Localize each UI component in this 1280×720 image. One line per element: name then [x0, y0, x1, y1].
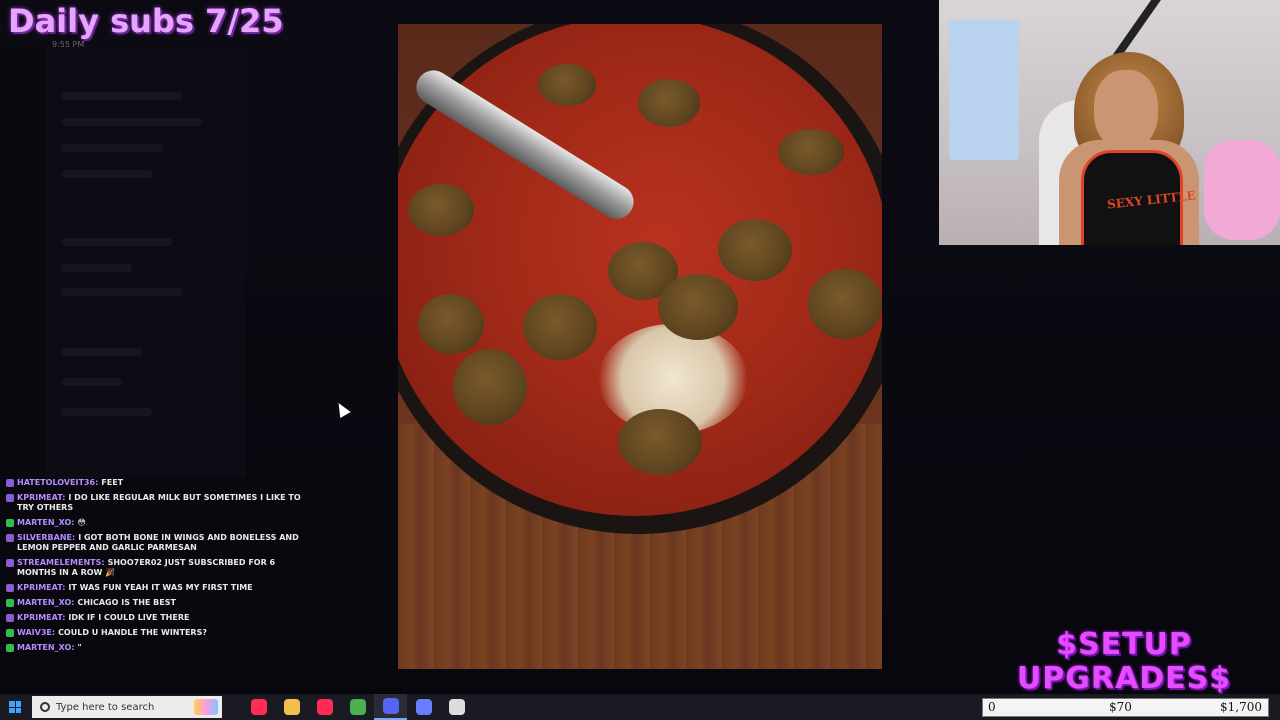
webcam-feed: SEXY LITTLE [939, 0, 1280, 245]
music-app-icon [250, 699, 267, 715]
pink-cushion [1204, 140, 1280, 240]
chat-username[interactable]: kprimeat: [17, 613, 65, 622]
chat-badge-icon [6, 479, 14, 487]
start-button[interactable] [0, 694, 30, 720]
taskbar-search[interactable]: Type here to search [32, 696, 222, 718]
message-timestamp: 9:55 PM [52, 40, 85, 49]
chat-username[interactable]: hatetoloveit36: [17, 478, 98, 487]
daily-subs-counter: Daily subs 7/25 [8, 2, 284, 40]
background-shelf [949, 20, 1019, 160]
chat-message: streamelements: shoo7er02 just subscribed… [0, 558, 318, 578]
chat-text: feet [101, 478, 124, 487]
search-highlight-icon [194, 699, 218, 715]
taskbar-app-music-app[interactable] [242, 694, 275, 720]
meatball [453, 349, 527, 425]
meatball [538, 64, 596, 106]
chat-message: silverbane: I got both bone in wings and … [0, 533, 318, 553]
chat-username[interactable]: kprimeat: [17, 493, 65, 502]
chat-badge-icon [6, 599, 14, 607]
chat-username[interactable]: waiv3e: [17, 628, 55, 637]
chat-message: marten_xo: chicago is the best [0, 598, 318, 608]
background-channel-list [46, 48, 246, 478]
chat-message: hatetoloveit36: feet [0, 478, 318, 488]
chat-message: waiv3e: could u handle the winters? [0, 628, 318, 638]
chat-text: 😳 [77, 518, 86, 527]
search-icon [40, 702, 50, 712]
donation-goal-bar: 0 $70 $1,700 [982, 698, 1269, 717]
file-explorer-icon [283, 699, 300, 715]
chat-badge-icon [6, 519, 14, 527]
meatball [638, 79, 700, 127]
obs-icon [448, 699, 465, 715]
chat-text: idk if I could live there [68, 613, 190, 622]
chat-username[interactable]: silverbane: [17, 533, 75, 542]
calendar-app-icon [415, 699, 432, 715]
chat-message: marten_xo: " [0, 643, 318, 653]
chat-username[interactable]: marten_xo: [17, 643, 74, 652]
goal-current-label: $70 [1109, 700, 1132, 714]
chat-username[interactable]: kprimeat: [17, 583, 65, 592]
windows-logo-icon [9, 701, 21, 713]
chat-badge-icon [6, 534, 14, 542]
goal-start-label: 0 [988, 700, 996, 714]
chat-message: kprimeat: it was fun yeah it was my first… [0, 583, 318, 593]
discord-icon [382, 698, 399, 714]
chat-text: it was fun yeah it was my first time [68, 583, 253, 592]
chat-message: kprimeat: idk if I could live there [0, 613, 318, 623]
taskbar-app-calendar-app[interactable] [407, 694, 440, 720]
taskbar-app-tiktok[interactable] [308, 694, 341, 720]
pizza-photo[interactable] [398, 24, 882, 669]
chat-badge-icon [6, 584, 14, 592]
meatball [523, 294, 597, 360]
chat-badge-icon [6, 494, 14, 502]
meatball [658, 274, 738, 340]
streamer-face [1094, 70, 1158, 150]
meatball [808, 269, 882, 339]
chat-badge-icon [6, 559, 14, 567]
meatball [408, 184, 474, 236]
stream-chat: hatetoloveit36: feet kprimeat: I do like re… [0, 478, 318, 693]
chrome-icon [349, 699, 366, 715]
meatball [418, 294, 484, 354]
chat-badge-icon [6, 644, 14, 652]
chat-badge-icon [6, 629, 14, 637]
tiktok-icon [316, 699, 333, 715]
meatball [618, 409, 702, 475]
meatball [778, 129, 844, 175]
chat-username[interactable]: streamelements: [17, 558, 105, 567]
goal-target-label: $1,700 [1220, 700, 1262, 714]
taskbar-app-chrome[interactable] [341, 694, 374, 720]
chat-badge-icon [6, 614, 14, 622]
chat-message: kprimeat: I do like regular milk but some… [0, 493, 318, 513]
search-placeholder: Type here to search [56, 701, 155, 713]
taskbar-app-obs[interactable] [440, 694, 473, 720]
chat-username[interactable]: marten_xo: [17, 518, 74, 527]
taskbar-app-discord[interactable] [374, 694, 407, 720]
chat-text: chicago is the best [77, 598, 176, 607]
chat-message: marten_xo: 😳 [0, 518, 318, 528]
donation-goal-title: $SETUP UPGRADES$ [1016, 627, 1232, 696]
chat-text: " [77, 643, 82, 652]
meatball [718, 219, 792, 281]
background-server-list [0, 48, 46, 478]
taskbar-app-file-explorer[interactable] [275, 694, 308, 720]
chat-text: could u handle the winters? [58, 628, 207, 637]
chat-username[interactable]: marten_xo: [17, 598, 74, 607]
